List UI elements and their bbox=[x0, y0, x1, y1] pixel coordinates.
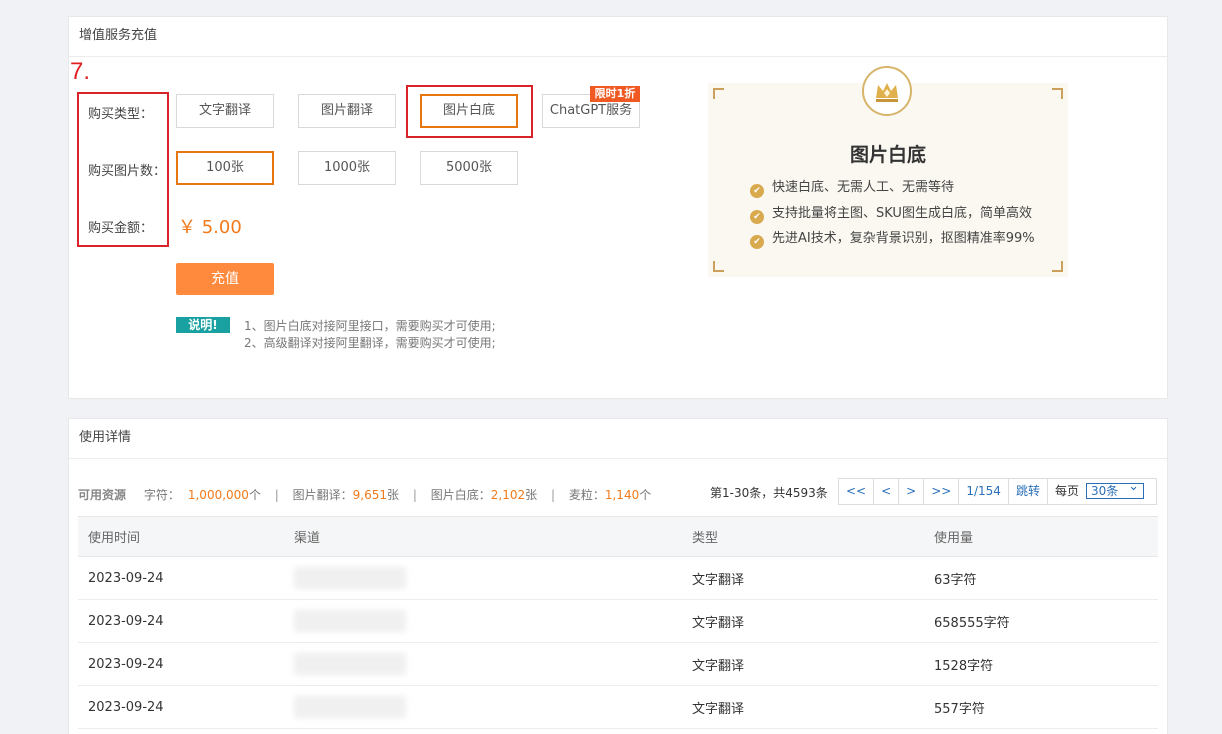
cell-channel bbox=[284, 642, 682, 686]
column-header: 使用量 bbox=[924, 516, 1158, 557]
prev-page-button[interactable]: < bbox=[874, 479, 900, 504]
promo-title: 图片白底 bbox=[849, 144, 926, 166]
column-header: 渠道 bbox=[284, 516, 682, 557]
cell-time: 2023-09-24 bbox=[78, 556, 284, 600]
cell-amount: 1528字符 bbox=[924, 642, 1158, 686]
next-page-button[interactable]: > bbox=[899, 479, 925, 504]
per-page-select[interactable]: 30条 bbox=[1085, 480, 1144, 499]
resource-unit: 张 bbox=[525, 488, 538, 502]
cell-channel bbox=[284, 685, 682, 729]
jump-button[interactable]: 跳转 bbox=[1009, 479, 1048, 504]
type-option-text-translate[interactable]: 文字翻译 bbox=[176, 94, 274, 128]
redacted-channel bbox=[294, 653, 406, 675]
feature-text: 先进AI技术，复杂背景识别，抠图精准率99% bbox=[772, 231, 1035, 246]
cell-time: 2023-09-24 bbox=[78, 599, 284, 643]
resource-separator: | bbox=[274, 488, 279, 502]
recharge-button[interactable]: 充值 bbox=[176, 263, 274, 295]
cell-time: 2023-09-24 bbox=[78, 685, 284, 729]
cell-time: 2023-09-24 bbox=[78, 642, 284, 686]
resource-separator: | bbox=[550, 488, 556, 502]
pagination: << < > >> 1/154 跳转 每页 30条 bbox=[838, 478, 1157, 505]
redacted-channel bbox=[294, 696, 406, 718]
cell-type: 文字翻译 bbox=[682, 642, 924, 686]
resource-value: 2,102 bbox=[490, 488, 526, 502]
promo-feature: ✔ 先进AI技术，复杂背景识别，抠图精准率99% bbox=[750, 227, 1035, 249]
count-option-1000[interactable]: 1000张 bbox=[298, 151, 396, 185]
cell-amount: 658555字符 bbox=[924, 599, 1158, 643]
check-icon: ✔ bbox=[750, 210, 764, 224]
resource-value: 9,651 bbox=[352, 488, 388, 502]
purchase-type-label: 购买类型： bbox=[88, 107, 154, 122]
resource-name: 字符： bbox=[143, 488, 180, 502]
pagination-total: 第1-30条，共4593条 bbox=[710, 486, 828, 500]
corner-decoration bbox=[713, 88, 724, 99]
first-page-button[interactable]: << bbox=[839, 479, 875, 504]
recharge-header: 增值服务充值 bbox=[69, 17, 1167, 57]
usage-table: 使用时间 渠道 类型 使用量 2023-09-24 文字翻译 63字符 2023… bbox=[78, 516, 1158, 729]
feature-text: 快速白底、无需人工、无需等待 bbox=[772, 180, 955, 195]
table-row: 2023-09-24 文字翻译 658555字符 bbox=[78, 599, 1158, 643]
corner-decoration bbox=[1052, 261, 1063, 272]
cell-amount: 557字符 bbox=[924, 685, 1158, 729]
crown-icon bbox=[862, 66, 912, 116]
cell-type: 文字翻译 bbox=[682, 599, 924, 643]
resource-value: 1,000,000 bbox=[187, 488, 249, 502]
feature-text: 支持批量将主图、SKU图生成白底，简单高效 bbox=[772, 206, 1032, 221]
resource-unit: 张 bbox=[387, 488, 400, 502]
resource-separator: | bbox=[412, 488, 417, 502]
count-option-5000[interactable]: 5000张 bbox=[420, 151, 518, 185]
cell-channel bbox=[284, 599, 682, 643]
cell-type: 文字翻译 bbox=[682, 685, 924, 729]
corner-decoration bbox=[713, 261, 724, 272]
table-header-row: 使用时间 渠道 类型 使用量 bbox=[78, 516, 1158, 557]
redacted-channel bbox=[294, 610, 406, 632]
cell-type: 文字翻译 bbox=[682, 556, 924, 600]
table-row: 2023-09-24 文字翻译 1528字符 bbox=[78, 642, 1158, 686]
table-row: 2023-09-24 文字翻译 63字符 bbox=[78, 556, 1158, 600]
per-page-label: 每页 bbox=[1054, 484, 1079, 498]
corner-decoration bbox=[1052, 88, 1063, 99]
table-row: 2023-09-24 文字翻译 557字符 bbox=[78, 685, 1158, 729]
check-icon: ✔ bbox=[750, 184, 764, 198]
count-option-100[interactable]: 100张 bbox=[176, 151, 274, 185]
resource-name: 图片白底： bbox=[430, 488, 491, 502]
usage-header: 使用详情 bbox=[69, 419, 1167, 459]
price-value: ￥ 5.00 bbox=[178, 217, 242, 238]
promo-feature: ✔ 快速白底、无需人工、无需等待 bbox=[750, 176, 954, 198]
cell-amount: 63字符 bbox=[924, 556, 1158, 600]
resource-unit: 个 bbox=[639, 488, 652, 502]
resource-stats: 可用资源 字符： 1,000,000个 | 图片翻译：9,651张 | 图片白底：… bbox=[78, 486, 651, 503]
type-option-white-bg[interactable]: 图片白底 bbox=[420, 94, 518, 128]
column-header: 类型 bbox=[682, 516, 924, 557]
check-icon: ✔ bbox=[750, 235, 764, 249]
redacted-channel bbox=[294, 567, 406, 589]
purchase-amount-label: 购买金额： bbox=[88, 221, 154, 236]
note-line-1: 1、图片白底对接阿里接口，需要购买才可使用; bbox=[244, 319, 496, 333]
note-badge: 说明! bbox=[176, 317, 230, 333]
note-line-2: 2、高级翻译对接阿里翻译，需要购买才可使用; bbox=[244, 336, 496, 350]
promo-tag: 限时1折 bbox=[590, 86, 640, 102]
column-header: 使用时间 bbox=[78, 516, 284, 557]
cell-channel bbox=[284, 556, 682, 600]
resource-name: 麦粒： bbox=[568, 488, 605, 502]
purchase-count-label: 购买图片数： bbox=[88, 164, 167, 179]
resource-value: 1,140 bbox=[604, 488, 640, 502]
promo-feature: ✔ 支持批量将主图、SKU图生成白底，简单高效 bbox=[750, 202, 1032, 224]
page-indicator: 1/154 bbox=[959, 479, 1009, 504]
resource-unit: 个 bbox=[248, 488, 261, 502]
type-option-image-translate[interactable]: 图片翻译 bbox=[298, 94, 396, 128]
last-page-button[interactable]: >> bbox=[924, 479, 960, 504]
resources-label: 可用资源 bbox=[78, 488, 127, 502]
step-number: 7. bbox=[70, 58, 91, 85]
resource-name: 图片翻译： bbox=[292, 488, 353, 502]
